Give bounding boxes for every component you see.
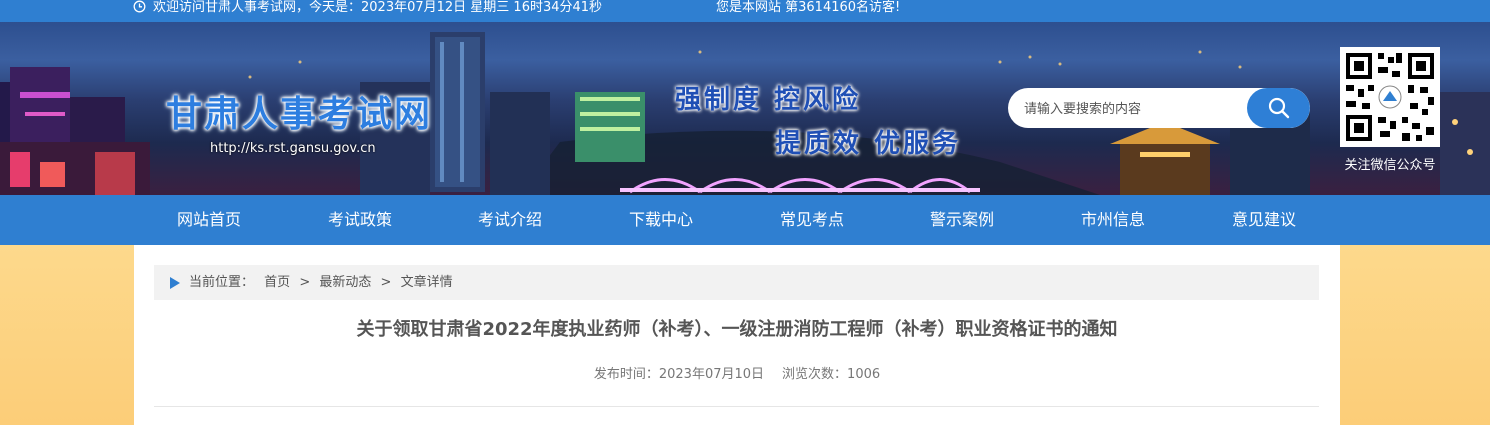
nav-item-city-info[interactable]: 市州信息: [1038, 195, 1188, 245]
clock-icon: [133, 0, 146, 13]
nav-item-home[interactable]: 网站首页: [134, 195, 284, 245]
slogan-line-1: 强制度 控风险: [675, 85, 862, 115]
nav-item-exam-intro[interactable]: 考试介绍: [435, 195, 585, 245]
breadcrumb: 当前位置： 首页 > 最新动态 > 文章详情: [154, 265, 1319, 300]
nav-item-warning-cases[interactable]: 警示案例: [887, 195, 1037, 245]
nav-item-policy[interactable]: 考试政策: [285, 195, 435, 245]
play-arrow-icon: [170, 277, 180, 289]
article-title: 关于领取甘肃省2022年度执业药师（补考）、一级注册消防工程师（补考）职业资格证…: [356, 319, 1118, 340]
nav-item-downloads[interactable]: 下载中心: [586, 195, 736, 245]
search-icon: [1268, 97, 1289, 119]
main-nav: 网站首页 考试政策 考试介绍 下载中心 常见考点 警示案例 市州信息 意见建议: [0, 195, 1490, 245]
breadcrumb-item-current: 文章详情: [400, 275, 453, 290]
header-banner: 甘肃人事考试网 http://ks.rst.gansu.gov.cn 强制度 控…: [0, 22, 1490, 195]
article-meta: 发布时间：2023年07月10日 浏览次数：1006: [134, 363, 1340, 382]
search-button[interactable]: [1247, 88, 1310, 128]
slogan-line-2: 提质效 优服务: [775, 129, 962, 159]
search-box: [1008, 88, 1310, 128]
visitor-counter: 您是本网站 第3614160名访客!: [716, 0, 901, 15]
views-count: 1006: [847, 367, 881, 382]
wechat-qr-code: [1340, 47, 1440, 147]
breadcrumb-separator: >: [299, 275, 311, 290]
breadcrumb-item-home[interactable]: 首页: [264, 275, 290, 290]
welcome-text: 欢迎访问甘肃人事考试网，今天是：2023年07月12日 星期三 16时34分41…: [153, 0, 603, 15]
divider: [154, 406, 1319, 407]
breadcrumb-prefix: 当前位置：: [189, 275, 255, 290]
breadcrumb-item-news[interactable]: 最新动态: [319, 275, 371, 290]
article-panel: 当前位置： 首页 > 最新动态 > 文章详情 关于领取甘肃省2022年度执业药师…: [134, 245, 1340, 425]
nav-item-feedback[interactable]: 意见建议: [1189, 195, 1339, 245]
publish-date: 2023年07月10日: [658, 367, 765, 382]
qr-caption: 关注微信公众号: [1344, 158, 1436, 173]
top-info-bar: 欢迎访问甘肃人事考试网，今天是：2023年07月12日 星期三 16时34分41…: [0, 0, 1490, 22]
views-label: 浏览次数：: [782, 367, 848, 382]
search-input[interactable]: [1022, 88, 1246, 128]
publish-label: 发布时间：: [593, 367, 659, 382]
site-title[interactable]: 甘肃人事考试网: [166, 85, 432, 137]
site-url: http://ks.rst.gansu.gov.cn: [210, 141, 376, 156]
breadcrumb-separator: >: [380, 275, 392, 290]
nav-item-exam-sites[interactable]: 常见考点: [737, 195, 887, 245]
